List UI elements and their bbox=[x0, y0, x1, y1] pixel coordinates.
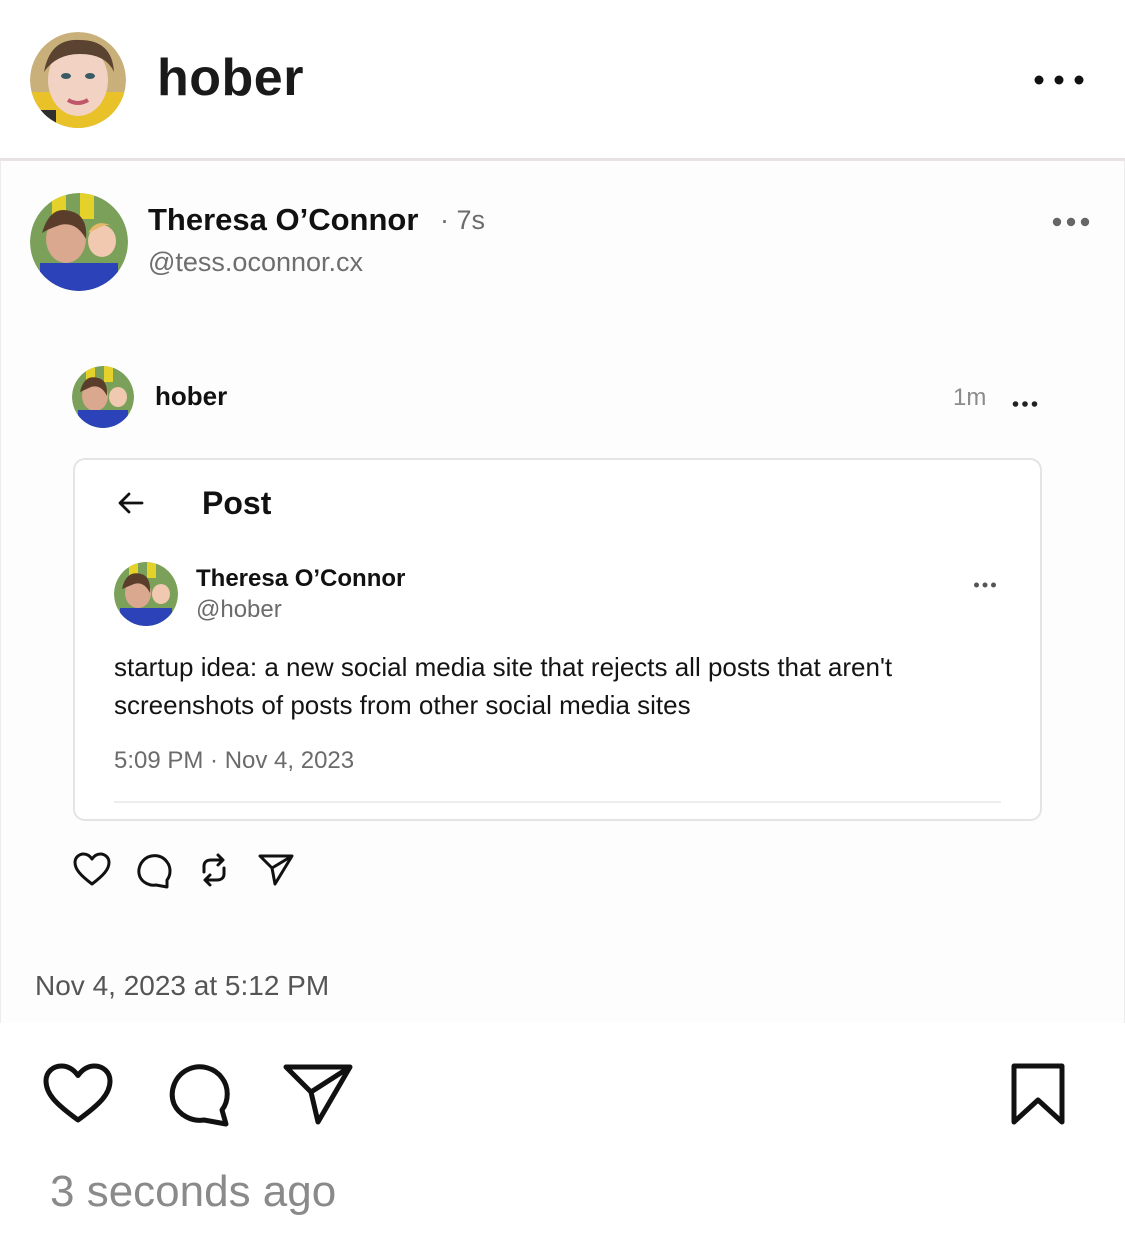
profile-header: hober bbox=[0, 0, 1125, 160]
author-handle[interactable]: @tess.oconnor.cx bbox=[148, 247, 363, 278]
card-more-icon bbox=[973, 576, 997, 588]
back-arrow-icon bbox=[116, 490, 146, 516]
inner-username: hober bbox=[155, 381, 228, 411]
card-divider bbox=[114, 801, 1001, 803]
author-name[interactable]: Theresa O’Connor bbox=[148, 202, 418, 238]
heart-icon bbox=[72, 850, 112, 890]
post-more-icon[interactable] bbox=[1052, 215, 1090, 229]
heart-icon[interactable] bbox=[42, 1062, 114, 1126]
card-avatar bbox=[114, 562, 178, 626]
relative-time: 3 seconds ago bbox=[50, 1167, 337, 1216]
author-time: · 7s bbox=[440, 205, 486, 235]
card-author-name: Theresa O’Connor bbox=[196, 565, 406, 592]
comment-icon bbox=[134, 850, 174, 890]
profile-avatar[interactable] bbox=[30, 32, 126, 128]
share-icon bbox=[256, 850, 296, 890]
card-post-date: 5:09 PM · Nov 4, 2023 bbox=[114, 747, 355, 774]
bookmark-icon[interactable] bbox=[1008, 1062, 1068, 1128]
comment-icon[interactable] bbox=[164, 1060, 234, 1128]
ellipsis-horizontal-icon[interactable] bbox=[1030, 70, 1088, 90]
inner-more-icon bbox=[1012, 395, 1038, 407]
card-author-handle: @hober bbox=[196, 596, 282, 623]
card-post-text: startup idea: a new social media site th… bbox=[114, 652, 893, 720]
card-title: Post bbox=[202, 485, 272, 521]
author-avatar bbox=[30, 193, 128, 291]
inner-avatar bbox=[72, 366, 134, 428]
send-icon[interactable] bbox=[282, 1062, 354, 1126]
inner-time: 1m bbox=[953, 384, 987, 411]
profile-username[interactable]: hober bbox=[157, 48, 304, 108]
post-timestamp: Nov 4, 2023 at 5:12 PM bbox=[35, 970, 330, 1001]
repost-icon bbox=[194, 850, 234, 890]
